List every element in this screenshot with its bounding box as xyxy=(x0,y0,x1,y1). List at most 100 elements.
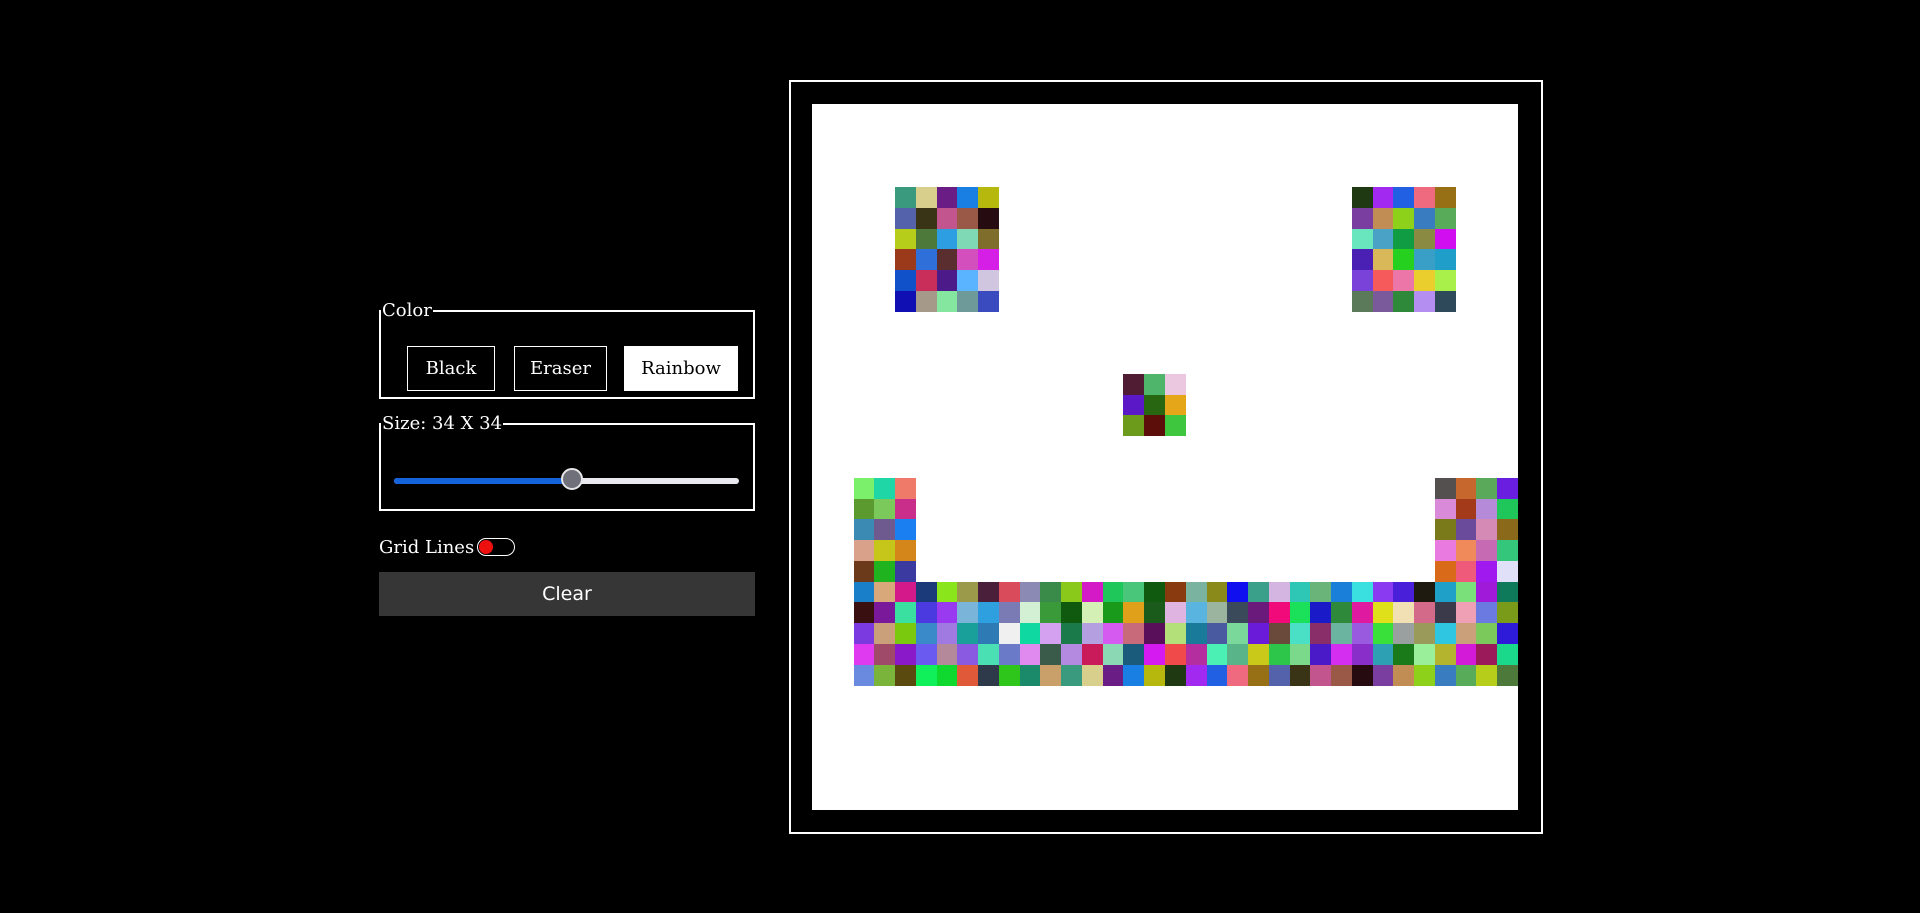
board-cell[interactable] xyxy=(1310,644,1331,665)
board-cell[interactable] xyxy=(1497,561,1518,582)
board-cell[interactable] xyxy=(1456,602,1477,623)
board-cell[interactable] xyxy=(957,208,978,229)
board-cell[interactable] xyxy=(1414,208,1435,229)
board-cell[interactable] xyxy=(1393,623,1414,644)
board-cell[interactable] xyxy=(1227,623,1248,644)
board-cell[interactable] xyxy=(1497,582,1518,603)
board-cell[interactable] xyxy=(1123,395,1144,416)
board-cell[interactable] xyxy=(937,665,958,686)
board-cell[interactable] xyxy=(1144,602,1165,623)
board-cell[interactable] xyxy=(1393,249,1414,270)
board-cell[interactable] xyxy=(1352,291,1373,312)
board-cell[interactable] xyxy=(1373,229,1394,250)
board-cell[interactable] xyxy=(1207,644,1228,665)
board-cell[interactable] xyxy=(1040,644,1061,665)
board-cell[interactable] xyxy=(1476,519,1497,540)
board-cell[interactable] xyxy=(1227,644,1248,665)
board-cell[interactable] xyxy=(1310,602,1331,623)
board-cell[interactable] xyxy=(854,540,875,561)
board-cell[interactable] xyxy=(1082,623,1103,644)
board-cell[interactable] xyxy=(895,229,916,250)
board-cell[interactable] xyxy=(1373,187,1394,208)
board-cell[interactable] xyxy=(1186,644,1207,665)
board-cell[interactable] xyxy=(1435,519,1456,540)
board-cell[interactable] xyxy=(999,602,1020,623)
board-cell[interactable] xyxy=(1373,644,1394,665)
board-cell[interactable] xyxy=(1393,229,1414,250)
board-cell[interactable] xyxy=(999,623,1020,644)
board-cell[interactable] xyxy=(1393,665,1414,686)
board-cell[interactable] xyxy=(1186,602,1207,623)
board-cell[interactable] xyxy=(854,478,875,499)
board-cell[interactable] xyxy=(895,208,916,229)
board-cell[interactable] xyxy=(1497,602,1518,623)
board-cell[interactable] xyxy=(1435,270,1456,291)
board-cell[interactable] xyxy=(1061,602,1082,623)
board-cell[interactable] xyxy=(1373,208,1394,229)
board-cell[interactable] xyxy=(1144,395,1165,416)
board-cell[interactable] xyxy=(874,644,895,665)
board-cell[interactable] xyxy=(1020,582,1041,603)
board-cell[interactable] xyxy=(916,623,937,644)
board-cell[interactable] xyxy=(1456,519,1477,540)
board-cell[interactable] xyxy=(1269,644,1290,665)
board-cell[interactable] xyxy=(1414,270,1435,291)
board-cell[interactable] xyxy=(1248,582,1269,603)
board-cell[interactable] xyxy=(874,582,895,603)
board-cell[interactable] xyxy=(895,623,916,644)
board-cell[interactable] xyxy=(1020,644,1041,665)
board-cell[interactable] xyxy=(1061,665,1082,686)
board-cell[interactable] xyxy=(874,623,895,644)
board-cell[interactable] xyxy=(1456,644,1477,665)
board-cell[interactable] xyxy=(1414,291,1435,312)
board-cell[interactable] xyxy=(1456,561,1477,582)
board-cell[interactable] xyxy=(854,499,875,520)
board-cell[interactable] xyxy=(1310,582,1331,603)
board-cell[interactable] xyxy=(1373,602,1394,623)
board-cell[interactable] xyxy=(1269,665,1290,686)
board-cell[interactable] xyxy=(1331,623,1352,644)
board-cell[interactable] xyxy=(1497,540,1518,561)
board-cell[interactable] xyxy=(957,602,978,623)
board-cell[interactable] xyxy=(1310,665,1331,686)
board-cell[interactable] xyxy=(1352,582,1373,603)
board-cell[interactable] xyxy=(1269,602,1290,623)
board-cell[interactable] xyxy=(957,644,978,665)
board-cell[interactable] xyxy=(1352,644,1373,665)
board-cell[interactable] xyxy=(1435,208,1456,229)
board-cell[interactable] xyxy=(1082,644,1103,665)
board-cell[interactable] xyxy=(957,249,978,270)
board-cell[interactable] xyxy=(1020,623,1041,644)
board-cell[interactable] xyxy=(1414,623,1435,644)
board-cell[interactable] xyxy=(1144,644,1165,665)
board-cell[interactable] xyxy=(1103,644,1124,665)
board-cell[interactable] xyxy=(1103,582,1124,603)
board-cell[interactable] xyxy=(1497,499,1518,520)
board-cell[interactable] xyxy=(1227,665,1248,686)
board-cell[interactable] xyxy=(916,208,937,229)
board-cell[interactable] xyxy=(1248,665,1269,686)
board-cell[interactable] xyxy=(1123,665,1144,686)
board-cell[interactable] xyxy=(916,270,937,291)
board-cell[interactable] xyxy=(1414,229,1435,250)
board-cell[interactable] xyxy=(937,187,958,208)
rainbow-button[interactable]: Rainbow xyxy=(624,346,738,391)
board-cell[interactable] xyxy=(978,623,999,644)
board-cell[interactable] xyxy=(1040,623,1061,644)
board-cell[interactable] xyxy=(1497,519,1518,540)
board-cell[interactable] xyxy=(1227,582,1248,603)
board-cell[interactable] xyxy=(937,270,958,291)
board-cell[interactable] xyxy=(854,665,875,686)
board-cell[interactable] xyxy=(854,561,875,582)
grid-lines-toggle[interactable] xyxy=(477,538,515,556)
board-cell[interactable] xyxy=(1207,623,1228,644)
board-cell[interactable] xyxy=(999,582,1020,603)
board-cell[interactable] xyxy=(1435,602,1456,623)
board-cell[interactable] xyxy=(978,229,999,250)
board-cell[interactable] xyxy=(1393,644,1414,665)
board-cell[interactable] xyxy=(1414,582,1435,603)
board-cell[interactable] xyxy=(1331,582,1352,603)
board-cell[interactable] xyxy=(937,582,958,603)
board-cell[interactable] xyxy=(1123,582,1144,603)
board-cell[interactable] xyxy=(1207,582,1228,603)
